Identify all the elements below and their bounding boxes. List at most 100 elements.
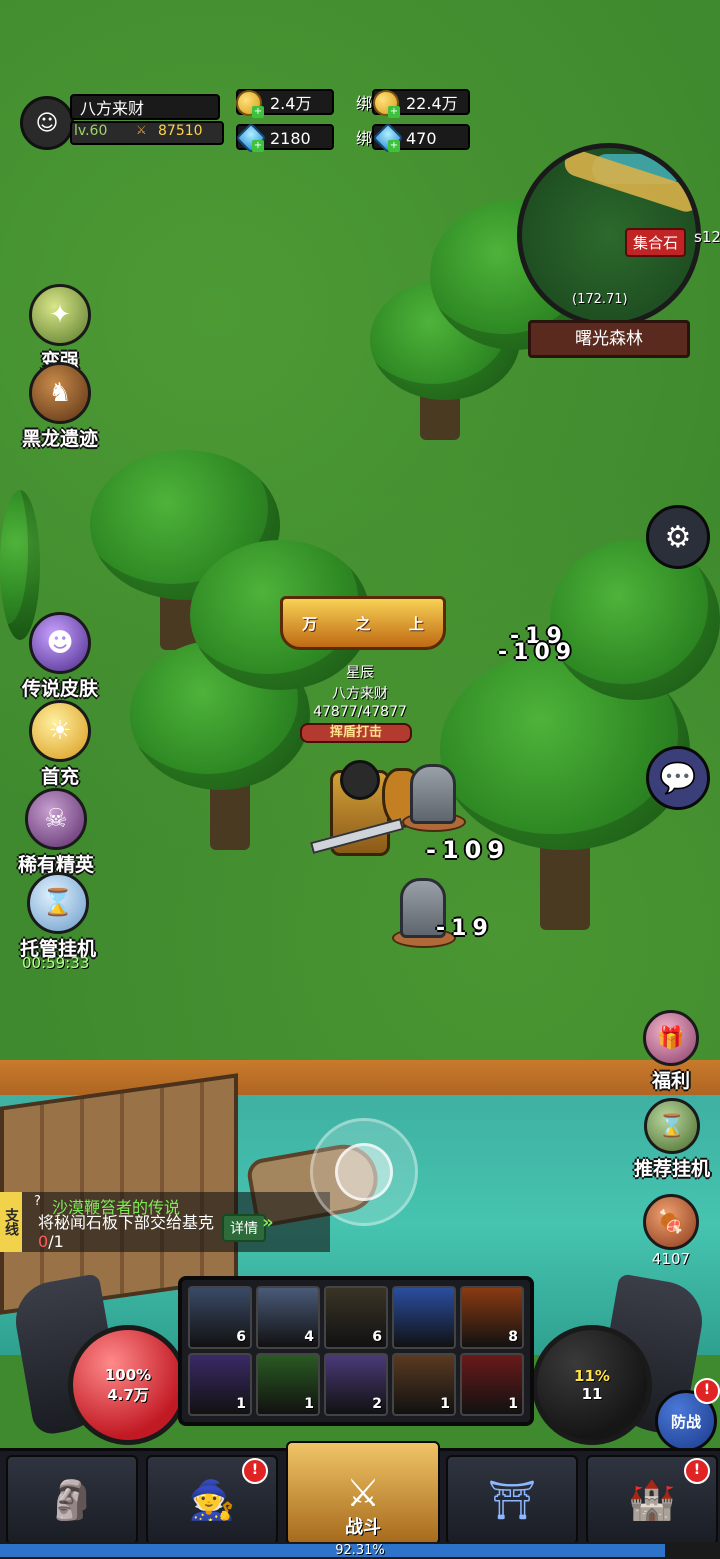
skill-slot[interactable]: 1 xyxy=(460,1353,524,1416)
skill-slot[interactable]: 6 xyxy=(188,1286,252,1349)
quest-desc-main: 将秘闻石板下部交给基克 xyxy=(38,1213,215,1232)
alert-badge: ! xyxy=(684,1458,710,1484)
quest-tracker[interactable]: 支线 ? 沙漠鞭笞者的传说 将秘闻石板下部交给基克0/1 详情 » xyxy=(0,1192,330,1252)
menu-label: 首充 xyxy=(40,766,79,788)
quest-detail-button[interactable]: 详情 xyxy=(222,1214,266,1242)
menu-label: 福利 xyxy=(651,1070,690,1092)
skill-count: 8 xyxy=(508,1329,518,1345)
skill-slot[interactable]: 6 xyxy=(324,1286,388,1349)
menu-first-recharge[interactable]: ☀ 首充 xyxy=(10,700,110,789)
quest-tag: 支线 xyxy=(0,1192,22,1252)
skill-grid: 6 4 6 8 1 1 2 1 1 xyxy=(178,1276,534,1426)
combat-power: 87510 xyxy=(158,123,203,139)
hero-title-banner: 万 之 上 xyxy=(280,596,446,650)
hero-character[interactable] xyxy=(310,760,422,860)
quest-progress-done: 0 xyxy=(38,1232,49,1251)
dragon-icon: ♞ xyxy=(29,362,91,424)
bound-diamond-prefix: 绑 xyxy=(356,129,373,148)
skill-slot[interactable] xyxy=(392,1286,456,1349)
skill-slot[interactable]: 2 xyxy=(324,1353,388,1416)
player-name: 八方来财 xyxy=(70,94,220,120)
gold-amount: 2.4万 xyxy=(270,94,312,113)
xp-percent: 92.31% xyxy=(335,1543,385,1558)
tombstone-enemy[interactable] xyxy=(410,764,456,824)
add-diamond-icon[interactable]: + xyxy=(252,140,264,152)
bottom-nav: 🗿 🧙 ⚔ 战斗 ⛩ 🏰 xyxy=(0,1441,720,1545)
menu-recommend-idle[interactable]: ⌛ 推荐挂机 xyxy=(627,1098,717,1181)
title-char: 上 xyxy=(408,614,424,633)
add-bound-gold-icon[interactable]: + xyxy=(388,106,400,118)
damage-number: -19 xyxy=(436,916,494,941)
settings-gear-icon[interactable]: ⚙ xyxy=(646,505,710,569)
quest-desc: 将秘闻石板下部交给基克0/1 xyxy=(38,1213,218,1251)
menu-black-dragon-ruins[interactable]: ♞ 黑龙遗迹 xyxy=(10,362,110,451)
chat-icon[interactable]: 💬 xyxy=(646,746,710,810)
skill-slot[interactable]: 1 xyxy=(392,1353,456,1416)
welfare-icon: 🎁 xyxy=(643,1010,699,1066)
skill-count: 1 xyxy=(236,1396,246,1412)
damage-number: -109 xyxy=(498,640,578,665)
add-gold-icon[interactable]: + xyxy=(252,106,264,118)
menu-label: 黑龙遗迹 xyxy=(21,428,98,450)
first-recharge-icon: ☀ xyxy=(29,700,91,762)
skill-slot[interactable]: 1 xyxy=(188,1353,252,1416)
title-char: 之 xyxy=(355,614,371,633)
menu-power-up[interactable]: ✦ 变强 xyxy=(10,284,110,373)
nav-stone[interactable]: 🗿 xyxy=(6,1455,138,1545)
gate-icon: ⛩ xyxy=(487,1477,537,1522)
skin-icon: ☻ xyxy=(29,612,91,674)
skill-count: 2 xyxy=(372,1396,382,1412)
skill-slot[interactable]: 4 xyxy=(256,1286,320,1349)
skill-count: 6 xyxy=(372,1329,382,1345)
add-bound-diamond-icon[interactable]: + xyxy=(388,140,400,152)
sword-power-icon: ⚔ xyxy=(136,123,147,137)
menu-label: 传说皮肤 xyxy=(21,678,98,700)
hp-percent: 100% xyxy=(104,1365,152,1384)
alert-badge: ! xyxy=(694,1378,720,1404)
skill-cast-label: 挥盾打击 xyxy=(300,723,412,743)
meat-item[interactable]: 🍖 4107 xyxy=(626,1194,716,1268)
nav-battle-label: 战斗 xyxy=(345,1517,381,1538)
menu-auto-idle[interactable]: ⌛ 托管挂机 xyxy=(8,872,108,961)
mage-icon: 🧙 xyxy=(188,1477,236,1522)
virtual-joystick[interactable] xyxy=(310,1118,418,1226)
question-icon: ? xyxy=(34,1194,41,1209)
skill-count: 1 xyxy=(304,1396,314,1412)
nav-battle[interactable]: ⚔ 战斗 xyxy=(286,1441,440,1545)
nav-gate[interactable]: ⛩ xyxy=(446,1455,578,1545)
meat-icon: 🍖 xyxy=(643,1194,699,1250)
menu-rare-elite[interactable]: ☠ 稀有精英 xyxy=(6,788,106,877)
recommend-idle-icon: ⌛ xyxy=(644,1098,700,1154)
map-name: 曙光森林 xyxy=(528,320,690,358)
menu-label: 推荐挂机 xyxy=(633,1158,710,1180)
quest-progress-total: /1 xyxy=(48,1232,64,1251)
damage-number: -109 xyxy=(426,836,511,864)
hero-head xyxy=(340,760,380,800)
stone-icon: 🗿 xyxy=(48,1477,96,1522)
skill-count: 1 xyxy=(508,1396,518,1412)
alert-badge: ! xyxy=(242,1458,268,1484)
menu-welfare[interactable]: 🎁 福利 xyxy=(626,1010,716,1093)
player-level: lv.60 xyxy=(74,123,108,139)
hp-orb: 100% 4.7万 xyxy=(68,1325,188,1445)
mp-value: 11 xyxy=(581,1385,603,1403)
auto-idle-icon: ⌛ xyxy=(27,872,89,934)
battle-icon: ⚔ xyxy=(345,1471,381,1515)
mp-percent: 11% xyxy=(574,1367,610,1385)
elite-icon: ☠ xyxy=(25,788,87,850)
bound-gold-prefix: 绑 xyxy=(356,94,373,113)
hp-value: 4.7万 xyxy=(107,1385,149,1404)
player-avatar[interactable]: ☺ xyxy=(20,96,74,150)
server-label: s12 xyxy=(694,228,720,246)
mp-orb: 11% 11 xyxy=(532,1325,652,1445)
gather-stone-marker[interactable]: 集合石 xyxy=(625,228,687,257)
idle-timer: 00:59:33 xyxy=(22,954,90,972)
skill-slot[interactable]: 8 xyxy=(460,1286,524,1349)
meat-count: 4107 xyxy=(651,1250,691,1268)
skill-slot[interactable]: 1 xyxy=(256,1353,320,1416)
menu-legend-skin[interactable]: ☻ 传说皮肤 xyxy=(10,612,110,701)
player-coordinates: (172.71) xyxy=(572,292,628,307)
bound-diamond-amount: 470 xyxy=(406,129,437,148)
joystick-knob[interactable] xyxy=(335,1143,393,1201)
bound-gold-amount: 22.4万 xyxy=(406,94,458,113)
